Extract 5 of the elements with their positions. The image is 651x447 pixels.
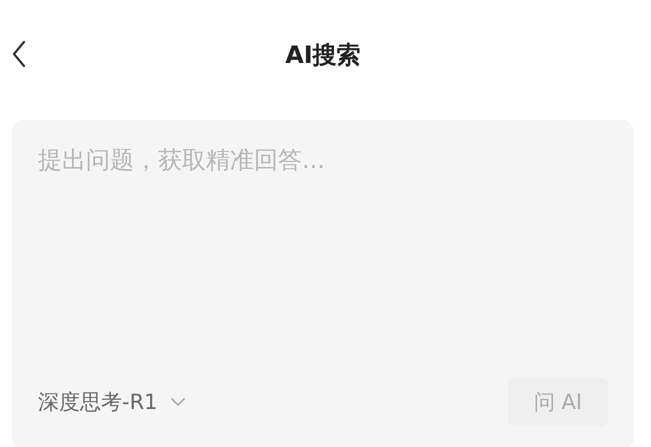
model-dropdown[interactable]: 深度思考-R1 [38, 388, 186, 416]
back-button[interactable] [12, 40, 26, 68]
page-title: AI搜索 [285, 40, 361, 71]
back-icon [12, 40, 26, 68]
chevron-down-icon [170, 397, 186, 407]
